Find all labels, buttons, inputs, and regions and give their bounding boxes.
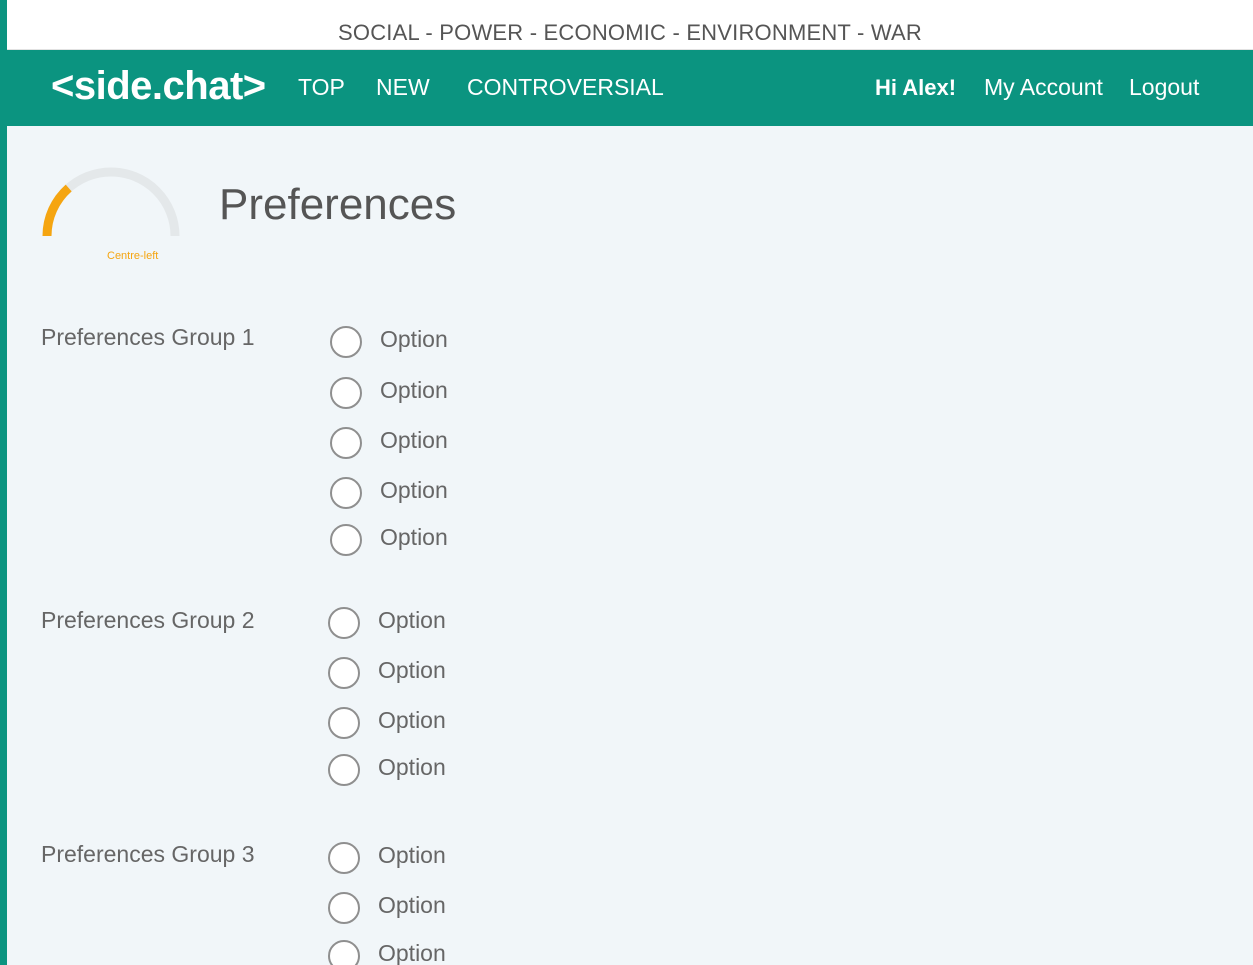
option-label: Option (378, 940, 446, 965)
radio-button[interactable] (328, 940, 360, 965)
gauge-label: Centre-left (107, 250, 159, 262)
topic-war[interactable]: WAR (871, 20, 922, 45)
option-label: Option (380, 427, 448, 453)
logout-link[interactable]: Logout (1129, 74, 1199, 101)
topic-environment[interactable]: ENVIRONMENT (686, 20, 850, 45)
radio-button[interactable] (328, 657, 360, 689)
radio-button[interactable] (330, 427, 362, 459)
topic-power[interactable]: POWER (439, 20, 523, 45)
topic-separator: - (850, 20, 871, 45)
my-account-link[interactable]: My Account (984, 74, 1103, 101)
option-label: Option (380, 326, 448, 352)
topic-bar: SOCIAL - POWER - ECONOMIC - ENVIRONMENT … (7, 0, 1253, 50)
radio-button[interactable] (330, 377, 362, 409)
option-label: Option (380, 524, 448, 550)
nav-top-link[interactable]: TOP (298, 74, 345, 101)
topic-economic[interactable]: ECONOMIC (544, 20, 667, 45)
option-label: Option (378, 892, 446, 918)
radio-button[interactable] (328, 707, 360, 739)
option-label: Option (380, 477, 448, 503)
preferences-page: Centre-left Preferences Preferences Grou… (7, 126, 1253, 965)
navbar: <side.chat> TOP NEW CONTROVERSIAL Hi Ale… (7, 50, 1253, 126)
option-label: Option (378, 842, 446, 868)
preferences-group-label: Preferences Group 3 (41, 841, 255, 867)
radio-button[interactable] (330, 524, 362, 556)
option-label: Option (378, 754, 446, 780)
option-label: Option (378, 607, 446, 633)
page-title: Preferences (219, 180, 457, 229)
preferences-group-label: Preferences Group 1 (41, 324, 255, 350)
nav-controversial-link[interactable]: CONTROVERSIAL (467, 74, 664, 101)
leaning-gauge: Centre-left (37, 166, 187, 262)
preferences-group-label: Preferences Group 2 (41, 607, 255, 633)
radio-button[interactable] (328, 607, 360, 639)
radio-button[interactable] (328, 842, 360, 874)
user-greeting: Hi Alex! (875, 75, 957, 100)
radio-button[interactable] (328, 892, 360, 924)
gauge-arc-icon (42, 167, 180, 237)
option-label: Option (380, 377, 448, 403)
nav-new-link[interactable]: NEW (376, 74, 430, 101)
radio-button[interactable] (330, 326, 362, 358)
topic-separator: - (523, 20, 544, 45)
topic-social[interactable]: SOCIAL (338, 20, 419, 45)
radio-button[interactable] (330, 477, 362, 509)
topic-separator: - (419, 20, 440, 45)
radio-button[interactable] (328, 754, 360, 786)
site-logo[interactable]: <side.chat> (51, 64, 266, 109)
topic-separator: - (666, 20, 687, 45)
option-label: Option (378, 707, 446, 733)
option-label: Option (378, 657, 446, 683)
